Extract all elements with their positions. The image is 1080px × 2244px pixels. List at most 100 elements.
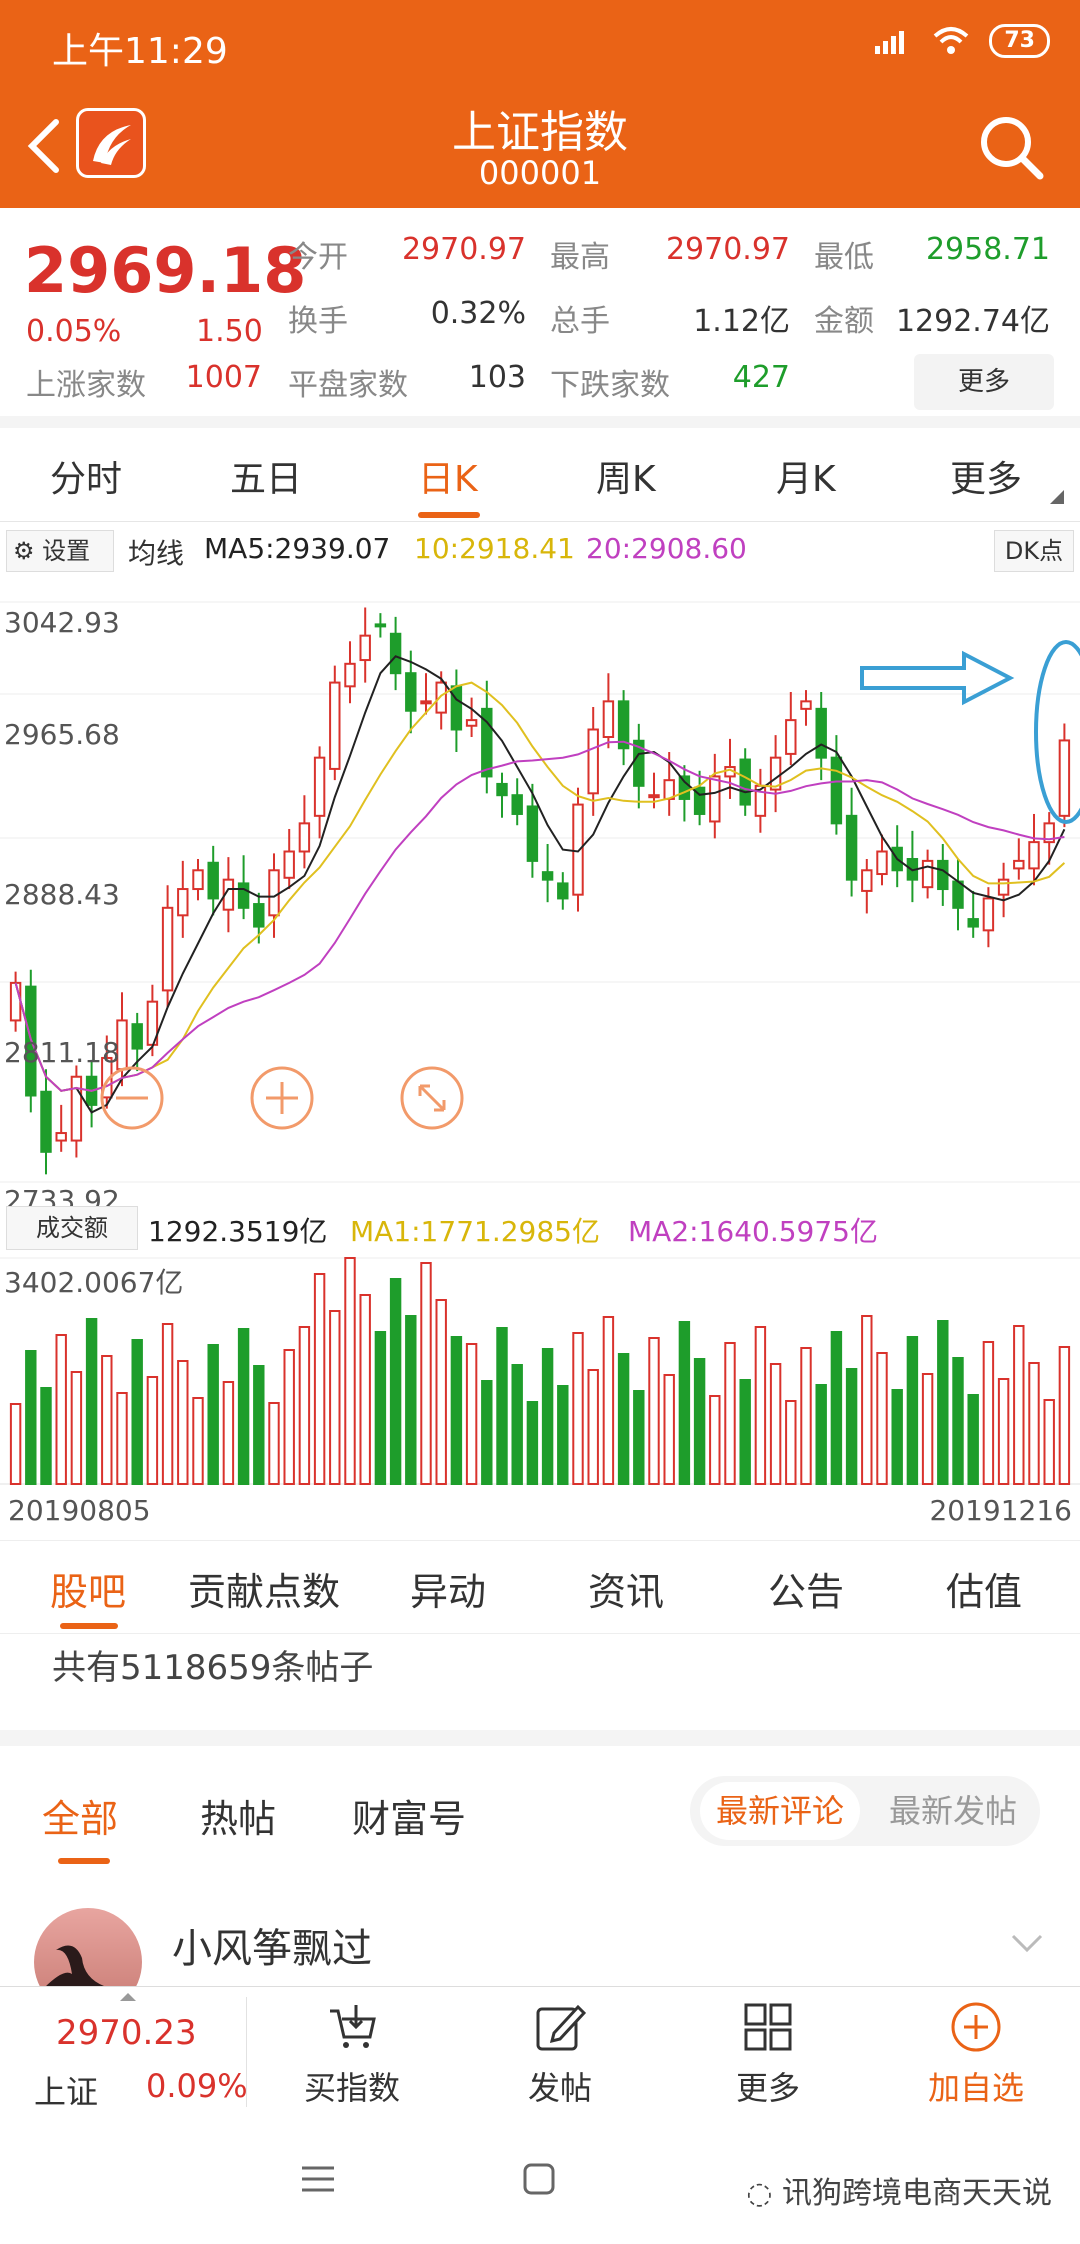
more-stats-button[interactable]: 更多 (914, 354, 1054, 410)
volume-bar (937, 1320, 949, 1485)
zoom-in-button[interactable] (250, 1066, 314, 1130)
candle (40, 1090, 52, 1153)
chevron-down-icon[interactable] (1010, 1932, 1044, 1956)
candle (344, 662, 356, 688)
volume-bar (161, 1323, 174, 1485)
candles-group (9, 607, 1071, 1175)
sort-latest-comment[interactable]: 最新评论 (700, 1782, 860, 1840)
candle (511, 794, 523, 815)
volume-bar (405, 1315, 417, 1485)
amount-label: 金额 (814, 304, 874, 339)
volume-bar (9, 1403, 22, 1485)
falling-label: 下跌家数 (550, 368, 670, 403)
tab-movement[interactable]: 异动 (410, 1561, 486, 1616)
candle (496, 782, 508, 797)
volume-bar (481, 1380, 493, 1485)
buy-index-label: 买指数 (303, 2069, 400, 2107)
candle (253, 903, 265, 928)
candle (359, 634, 371, 662)
sort-toggle: 最新评论 最新发帖 (690, 1776, 1040, 1846)
candle (876, 850, 888, 876)
volume-bar (602, 1316, 615, 1485)
tab-more[interactable]: 更多 (950, 450, 1022, 502)
candle (997, 878, 1010, 896)
tab-monthly-k[interactable]: 月K (776, 450, 836, 502)
candle (374, 623, 387, 628)
search-icon[interactable] (976, 112, 1046, 182)
current-price: 2969.18 (24, 234, 307, 307)
price-axis-label: 2888.43 (4, 878, 120, 911)
tab-all-posts[interactable]: 全部 (42, 1788, 118, 1843)
volume-bar (830, 1331, 843, 1485)
status-bar: 上午11:29 73 (0, 0, 1080, 92)
zoom-controls (100, 1066, 464, 1130)
tab-five-day[interactable]: 五日 (230, 450, 302, 502)
wifi-icon (934, 27, 969, 54)
tab-contribution[interactable]: 贡献点数 (188, 1561, 340, 1616)
post-author[interactable]: 小风筝飘过 (172, 1916, 372, 1974)
menu-icon[interactable] (300, 2164, 336, 2194)
tab-hot-posts[interactable]: 热帖 (200, 1788, 276, 1843)
volume-value: 1.12亿 (693, 304, 790, 339)
candle (283, 850, 295, 879)
volume-value: 1292.3519亿 (148, 1215, 328, 1248)
stock-code: 000001 (478, 154, 602, 192)
candle (937, 859, 949, 891)
low-value: 2958.71 (925, 232, 1050, 267)
edit-icon (536, 2004, 586, 2051)
candle (982, 897, 995, 932)
bottom-index-pct: 0.09% (146, 2067, 248, 2105)
volume-bar (298, 1326, 311, 1485)
candle (9, 981, 22, 1022)
volume-bar (997, 1378, 1010, 1485)
high-value: 2970.97 (665, 232, 790, 267)
candle (298, 822, 311, 853)
turnover-value: 0.32% (430, 296, 526, 331)
post-button[interactable]: 发帖 (460, 1987, 660, 2117)
battery-indicator: 73 (989, 24, 1050, 58)
volume-bar (541, 1348, 554, 1485)
home-icon[interactable] (522, 2162, 556, 2196)
volume-bar (724, 1342, 736, 1485)
bottom-index-price[interactable]: 2970.23 (56, 2013, 197, 2053)
tab-weekly-k[interactable]: 周K (596, 450, 656, 502)
more-button[interactable]: 更多 (668, 1987, 868, 2117)
caret-up-icon (120, 1993, 136, 2001)
corner-triangle-icon (1050, 490, 1064, 504)
volume-bar (526, 1401, 539, 1485)
tab-daily-k[interactable]: 日K (418, 450, 478, 502)
volume-bar (85, 1318, 98, 1485)
ma10-value: 10:2918.41 (414, 532, 575, 565)
candle (329, 681, 341, 770)
buy-index-button[interactable]: 买指数 (252, 1987, 452, 2117)
volume-type-button[interactable]: 成交额 (6, 1206, 138, 1250)
fullscreen-button[interactable] (400, 1066, 464, 1130)
change-value: 1.50 (196, 314, 263, 349)
tab-forum[interactable]: 股吧 (50, 1561, 126, 1616)
dk-point-button[interactable]: DK点 (994, 530, 1074, 572)
tab-announcements[interactable]: 公告 (768, 1561, 844, 1616)
forum-tab-underline (58, 1858, 110, 1864)
tab-news[interactable]: 资讯 (588, 1561, 664, 1616)
gear-icon: ⚙ (13, 537, 35, 565)
volume-bar (769, 1363, 782, 1485)
rising-value: 1007 (185, 360, 262, 395)
volume-bar (116, 1392, 128, 1485)
volume-bar (511, 1364, 523, 1485)
chart-settings-button[interactable]: ⚙ 设置 (6, 530, 114, 572)
list-item[interactable]: 小风筝飘过 (0, 1876, 1080, 2016)
tab-intraday[interactable]: 分时 (50, 450, 122, 502)
kline-chart[interactable]: 3042.932965.682888.432811.182733.923402.… (0, 578, 1080, 1638)
volume-bar (648, 1337, 660, 1485)
add-watchlist-button[interactable]: 加自选 (876, 1987, 1076, 2117)
tab-fortune[interactable]: 财富号 (352, 1788, 466, 1843)
sort-latest-post[interactable]: 最新发帖 (878, 1782, 1028, 1840)
candle (1013, 859, 1025, 870)
annotation-overlay (860, 640, 1080, 824)
volume-bar (1028, 1362, 1040, 1485)
rising-label: 上涨家数 (26, 368, 146, 403)
tab-valuation[interactable]: 估值 (946, 1561, 1022, 1616)
volume-bar (663, 1374, 675, 1485)
volume-max-label: 3402.0067亿 (4, 1266, 183, 1299)
volume-bar (845, 1368, 858, 1485)
